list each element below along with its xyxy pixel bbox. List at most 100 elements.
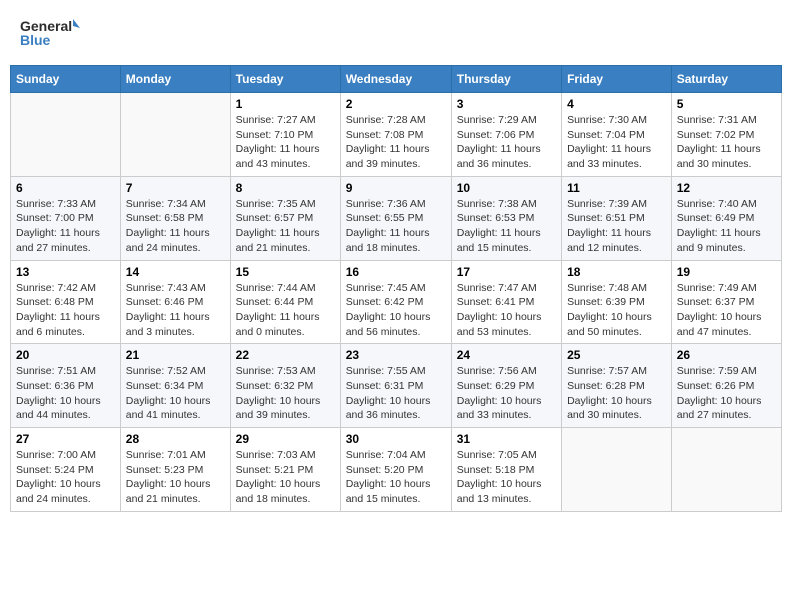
logo-svg: General Blue (20, 15, 80, 50)
day-number: 28 (126, 432, 225, 446)
day-info: Sunrise: 7:52 AM Sunset: 6:34 PM Dayligh… (126, 364, 225, 423)
day-number: 3 (457, 97, 556, 111)
day-info: Sunrise: 7:35 AM Sunset: 6:57 PM Dayligh… (236, 197, 335, 256)
day-number: 6 (16, 181, 115, 195)
calendar-week-row: 20 Sunrise: 7:51 AM Sunset: 6:36 PM Dayli… (11, 344, 782, 428)
day-info: Sunrise: 7:27 AM Sunset: 7:10 PM Dayligh… (236, 113, 335, 172)
day-number: 17 (457, 265, 556, 279)
calendar-header-friday: Friday (562, 66, 672, 93)
calendar-cell: 6 Sunrise: 7:33 AM Sunset: 7:00 PM Daylig… (11, 176, 121, 260)
calendar-cell: 26 Sunrise: 7:59 AM Sunset: 6:26 PM Dayli… (671, 344, 781, 428)
day-number: 7 (126, 181, 225, 195)
day-info: Sunrise: 7:53 AM Sunset: 6:32 PM Dayligh… (236, 364, 335, 423)
day-info: Sunrise: 7:57 AM Sunset: 6:28 PM Dayligh… (567, 364, 666, 423)
day-info: Sunrise: 7:39 AM Sunset: 6:51 PM Dayligh… (567, 197, 666, 256)
day-info: Sunrise: 7:38 AM Sunset: 6:53 PM Dayligh… (457, 197, 556, 256)
calendar-cell: 25 Sunrise: 7:57 AM Sunset: 6:28 PM Dayli… (562, 344, 672, 428)
day-number: 31 (457, 432, 556, 446)
day-number: 21 (126, 348, 225, 362)
day-info: Sunrise: 7:44 AM Sunset: 6:44 PM Dayligh… (236, 281, 335, 340)
day-info: Sunrise: 7:42 AM Sunset: 6:48 PM Dayligh… (16, 281, 115, 340)
day-info: Sunrise: 7:36 AM Sunset: 6:55 PM Dayligh… (346, 197, 446, 256)
day-info: Sunrise: 7:03 AM Sunset: 5:21 PM Dayligh… (236, 448, 335, 507)
calendar-week-row: 13 Sunrise: 7:42 AM Sunset: 6:48 PM Dayli… (11, 260, 782, 344)
day-info: Sunrise: 7:00 AM Sunset: 5:24 PM Dayligh… (16, 448, 115, 507)
calendar-header-saturday: Saturday (671, 66, 781, 93)
day-number: 25 (567, 348, 666, 362)
day-info: Sunrise: 7:56 AM Sunset: 6:29 PM Dayligh… (457, 364, 556, 423)
calendar-cell: 5Sunrise: 7:31 AM Sunset: 7:02 PM Daylig… (671, 93, 781, 177)
day-number: 23 (346, 348, 446, 362)
day-number: 9 (346, 181, 446, 195)
day-number: 30 (346, 432, 446, 446)
day-info: Sunrise: 7:34 AM Sunset: 6:58 PM Dayligh… (126, 197, 225, 256)
day-info: Sunrise: 7:33 AM Sunset: 7:00 PM Dayligh… (16, 197, 115, 256)
day-info: Sunrise: 7:01 AM Sunset: 5:23 PM Dayligh… (126, 448, 225, 507)
day-number: 26 (677, 348, 776, 362)
day-info: Sunrise: 7:28 AM Sunset: 7:08 PM Dayligh… (346, 113, 446, 172)
day-info: Sunrise: 7:48 AM Sunset: 6:39 PM Dayligh… (567, 281, 666, 340)
day-number: 4 (567, 97, 666, 111)
day-number: 5 (677, 97, 776, 111)
calendar-cell (11, 93, 121, 177)
day-info: Sunrise: 7:40 AM Sunset: 6:49 PM Dayligh… (677, 197, 776, 256)
day-number: 8 (236, 181, 335, 195)
calendar-cell: 7 Sunrise: 7:34 AM Sunset: 6:58 PM Daylig… (120, 176, 230, 260)
day-number: 29 (236, 432, 335, 446)
calendar-cell: 12Sunrise: 7:40 AM Sunset: 6:49 PM Dayli… (671, 176, 781, 260)
calendar-cell (671, 428, 781, 512)
day-info: Sunrise: 7:49 AM Sunset: 6:37 PM Dayligh… (677, 281, 776, 340)
calendar-cell: 30 Sunrise: 7:04 AM Sunset: 5:20 PM Dayli… (340, 428, 451, 512)
calendar-cell: 27Sunrise: 7:00 AM Sunset: 5:24 PM Dayli… (11, 428, 121, 512)
day-number: 24 (457, 348, 556, 362)
calendar-header-row: SundayMondayTuesdayWednesdayThursdayFrid… (11, 66, 782, 93)
day-info: Sunrise: 7:51 AM Sunset: 6:36 PM Dayligh… (16, 364, 115, 423)
calendar-header-wednesday: Wednesday (340, 66, 451, 93)
day-info: Sunrise: 7:59 AM Sunset: 6:26 PM Dayligh… (677, 364, 776, 423)
calendar-cell: 31 Sunrise: 7:05 AM Sunset: 5:18 PM Dayli… (451, 428, 561, 512)
calendar-cell: 4 Sunrise: 7:30 AM Sunset: 7:04 PM Daylig… (562, 93, 672, 177)
day-info: Sunrise: 7:43 AM Sunset: 6:46 PM Dayligh… (126, 281, 225, 340)
calendar-table: SundayMondayTuesdayWednesdayThursdayFrid… (10, 65, 782, 512)
calendar-header-tuesday: Tuesday (230, 66, 340, 93)
calendar-cell: 15Sunrise: 7:44 AM Sunset: 6:44 PM Dayli… (230, 260, 340, 344)
day-number: 13 (16, 265, 115, 279)
day-number: 14 (126, 265, 225, 279)
day-info: Sunrise: 7:30 AM Sunset: 7:04 PM Dayligh… (567, 113, 666, 172)
calendar-header-thursday: Thursday (451, 66, 561, 93)
day-info: Sunrise: 7:45 AM Sunset: 6:42 PM Dayligh… (346, 281, 446, 340)
calendar-cell: 14 Sunrise: 7:43 AM Sunset: 6:46 PM Dayli… (120, 260, 230, 344)
calendar-header-monday: Monday (120, 66, 230, 93)
day-info: Sunrise: 7:29 AM Sunset: 7:06 PM Dayligh… (457, 113, 556, 172)
calendar-cell: 20 Sunrise: 7:51 AM Sunset: 6:36 PM Dayli… (11, 344, 121, 428)
calendar-week-row: 1Sunrise: 7:27 AM Sunset: 7:10 PM Daylig… (11, 93, 782, 177)
calendar-cell: 8 Sunrise: 7:35 AM Sunset: 6:57 PM Daylig… (230, 176, 340, 260)
calendar-cell: 19 Sunrise: 7:49 AM Sunset: 6:37 PM Dayli… (671, 260, 781, 344)
calendar-cell: 24 Sunrise: 7:56 AM Sunset: 6:29 PM Dayli… (451, 344, 561, 428)
day-number: 18 (567, 265, 666, 279)
day-number: 10 (457, 181, 556, 195)
day-number: 19 (677, 265, 776, 279)
svg-text:Blue: Blue (20, 32, 51, 48)
day-info: Sunrise: 7:47 AM Sunset: 6:41 PM Dayligh… (457, 281, 556, 340)
calendar-week-row: 6 Sunrise: 7:33 AM Sunset: 7:00 PM Daylig… (11, 176, 782, 260)
day-number: 11 (567, 181, 666, 195)
day-number: 20 (16, 348, 115, 362)
calendar-cell: 1Sunrise: 7:27 AM Sunset: 7:10 PM Daylig… (230, 93, 340, 177)
calendar-cell: 17 Sunrise: 7:47 AM Sunset: 6:41 PM Dayli… (451, 260, 561, 344)
logo: General Blue (20, 15, 80, 50)
day-number: 2 (346, 97, 446, 111)
calendar-cell: 28 Sunrise: 7:01 AM Sunset: 5:23 PM Dayli… (120, 428, 230, 512)
calendar-cell: 3 Sunrise: 7:29 AM Sunset: 7:06 PM Daylig… (451, 93, 561, 177)
calendar-cell: 9 Sunrise: 7:36 AM Sunset: 6:55 PM Daylig… (340, 176, 451, 260)
calendar-cell (120, 93, 230, 177)
page-header: General Blue (10, 10, 782, 55)
day-info: Sunrise: 7:05 AM Sunset: 5:18 PM Dayligh… (457, 448, 556, 507)
day-info: Sunrise: 7:04 AM Sunset: 5:20 PM Dayligh… (346, 448, 446, 507)
calendar-cell: 29 Sunrise: 7:03 AM Sunset: 5:21 PM Dayli… (230, 428, 340, 512)
day-info: Sunrise: 7:55 AM Sunset: 6:31 PM Dayligh… (346, 364, 446, 423)
calendar-cell (562, 428, 672, 512)
calendar-cell: 2 Sunrise: 7:28 AM Sunset: 7:08 PM Daylig… (340, 93, 451, 177)
calendar-cell: 23 Sunrise: 7:55 AM Sunset: 6:31 PM Dayli… (340, 344, 451, 428)
calendar-cell: 18 Sunrise: 7:48 AM Sunset: 6:39 PM Dayli… (562, 260, 672, 344)
